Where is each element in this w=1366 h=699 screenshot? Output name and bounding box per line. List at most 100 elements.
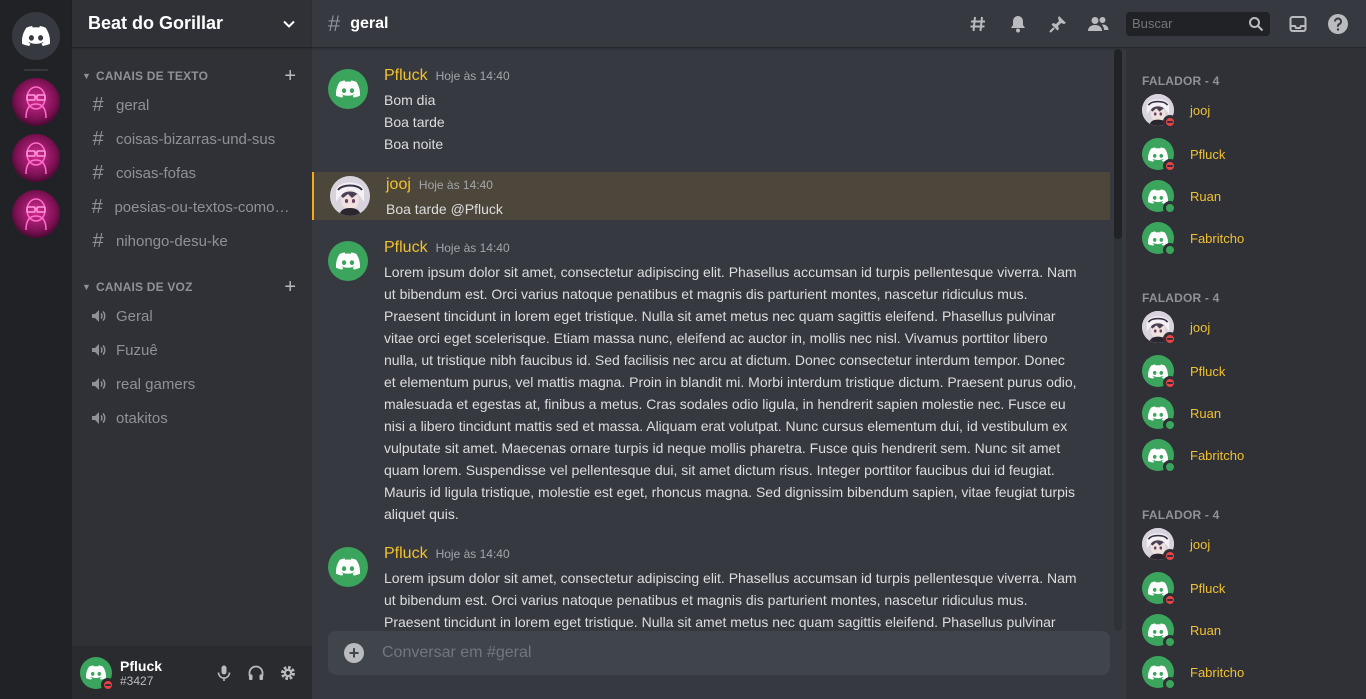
message-text: Boa tarde (384, 114, 445, 130)
hashtag-icon: # (92, 161, 104, 184)
message-input[interactable] (382, 644, 1094, 662)
member-name: jooj (1190, 102, 1211, 118)
online-status-icon (1163, 635, 1177, 649)
avatar (1142, 180, 1177, 215)
message-text: Praesent tincidunt in lorem eget tristiq… (384, 308, 1056, 324)
channel-header: # geral (312, 0, 1366, 48)
member-name: Fabritcho (1190, 230, 1245, 246)
add-channel-icon[interactable]: + (284, 277, 296, 297)
pin-icon[interactable] (1046, 12, 1070, 36)
member-name: jooj (1190, 536, 1211, 552)
member-name: jooj (1190, 319, 1211, 335)
channel-label: poesias-ou-textos-comovente (114, 198, 296, 216)
channel-label: otakitos (116, 409, 168, 427)
speaker-icon (88, 408, 108, 428)
microphone-icon[interactable] (208, 657, 240, 689)
discord-logo-icon (1148, 581, 1168, 596)
message: Pfluck Hoje às 14:40 Bom dia Boa tarde B… (312, 67, 1110, 155)
chevron-down-icon: ▼ (82, 282, 91, 292)
channel-coisas-bizarras[interactable]: # coisas-bizarras-und-sus (80, 123, 304, 155)
channel-nihongo[interactable]: # nihongo-desu-ke (80, 225, 304, 257)
message-text: quam lorem. Suspendisse vel pellentesque… (384, 462, 1055, 478)
member-item[interactable]: Fabritcho (1142, 651, 1350, 693)
avatar (1142, 656, 1177, 691)
message-author[interactable]: Pfluck (384, 239, 428, 257)
channel-label: Fuzuê (116, 341, 158, 359)
avatar[interactable] (328, 69, 368, 109)
online-status-icon (1163, 243, 1177, 257)
member-item[interactable]: Pfluck (1142, 350, 1350, 392)
member-name: Ruan (1190, 188, 1222, 204)
member-list-icon[interactable] (1086, 12, 1110, 36)
dnd-status-icon (1163, 593, 1177, 607)
dnd-status-icon (101, 677, 115, 692)
discord-logo-icon (1148, 147, 1168, 162)
hashtag-icon: # (91, 195, 103, 218)
discord-logo-icon (1148, 406, 1168, 421)
discord-logo-icon (1148, 231, 1168, 246)
member-item[interactable]: Fabritcho (1142, 217, 1350, 259)
avatar[interactable] (80, 656, 115, 692)
channel-geral[interactable]: # geral (80, 89, 304, 121)
rail-divider (24, 69, 48, 71)
member-item[interactable]: Ruan (1142, 392, 1350, 434)
dnd-status-icon (1163, 332, 1177, 346)
message-timestamp: Hoje às 14:40 (435, 547, 510, 561)
member-item[interactable]: jooj (1142, 523, 1350, 565)
threads-icon[interactable] (966, 12, 990, 36)
search-box[interactable] (1126, 11, 1270, 36)
avatar[interactable] (328, 547, 368, 587)
inbox-icon[interactable] (1286, 12, 1310, 36)
server-icon-3[interactable] (12, 190, 60, 238)
message-author[interactable]: jooj (386, 176, 411, 194)
voice-channels-category[interactable]: ▼ CANAIS DE VOZ + (72, 277, 312, 297)
search-input[interactable] (1132, 16, 1248, 31)
gear-icon[interactable] (272, 657, 304, 689)
avatar[interactable] (328, 241, 368, 281)
headphones-icon[interactable] (240, 657, 272, 689)
help-icon[interactable] (1326, 12, 1350, 36)
avatar (1142, 311, 1177, 346)
message-scrollbar[interactable] (1112, 49, 1122, 631)
discord-logo-icon (86, 665, 106, 680)
voice-channel-otakitos[interactable]: otakitos (80, 402, 304, 434)
notification-bell-icon[interactable] (1006, 12, 1030, 36)
discord-logo-icon (336, 80, 360, 98)
server-icon-1[interactable] (12, 78, 60, 126)
member-item[interactable]: Fabritcho (1142, 434, 1350, 476)
channel-sidebar: Beat do Gorillar ▼ CANAIS DE TEXTO + # g… (72, 0, 312, 699)
member-item[interactable]: Ruan (1142, 175, 1350, 217)
server-header[interactable]: Beat do Gorillar (72, 0, 312, 48)
voice-channel-fuzue[interactable]: Fuzuê (80, 334, 304, 366)
message-text: nisi a libero tincidunt mattis sed et ma… (384, 418, 1068, 434)
channel-poesias[interactable]: # poesias-ou-textos-comovente (80, 191, 304, 223)
voice-channel-geral[interactable]: Geral (80, 300, 304, 332)
member-item[interactable]: Pfluck (1142, 567, 1350, 609)
member-item[interactable]: jooj (1142, 89, 1350, 131)
anime-avatar-icon (330, 176, 370, 216)
message-author[interactable]: Pfluck (384, 545, 428, 563)
channel-label: Geral (116, 307, 153, 325)
message-text: Bom dia (384, 92, 436, 108)
add-attachment-icon[interactable]: + (344, 643, 364, 663)
avatar[interactable] (330, 176, 370, 216)
server-icon-2[interactable] (12, 134, 60, 182)
channel-label: coisas-bizarras-und-sus (116, 130, 276, 148)
message: Pfluck Hoje às 14:40 Lorem ipsum dolor s… (312, 239, 1110, 525)
server-avatar-icon (12, 134, 60, 182)
member-item[interactable]: jooj (1142, 306, 1350, 348)
member-group-title: FALADOR - 4 (1142, 508, 1220, 522)
voice-channel-real-gamers[interactable]: real gamers (80, 368, 304, 400)
message-author[interactable]: Pfluck (384, 67, 428, 85)
discord-logo-icon (1148, 665, 1168, 680)
member-item[interactable]: Ruan (1142, 609, 1350, 651)
add-channel-icon[interactable]: + (284, 66, 296, 86)
member-item[interactable]: Pfluck (1142, 133, 1350, 175)
channel-label: nihongo-desu-ke (116, 232, 228, 250)
message-text: Lorem ipsum dolor sit amet, consectetur … (384, 264, 1077, 280)
server-rail (0, 0, 72, 699)
channel-coisas-fofas[interactable]: # coisas-fofas (80, 157, 304, 189)
text-channels-category[interactable]: ▼ CANAIS DE TEXTO + (72, 66, 312, 86)
scrollbar-thumb[interactable] (1114, 49, 1122, 239)
home-button[interactable] (12, 12, 60, 60)
